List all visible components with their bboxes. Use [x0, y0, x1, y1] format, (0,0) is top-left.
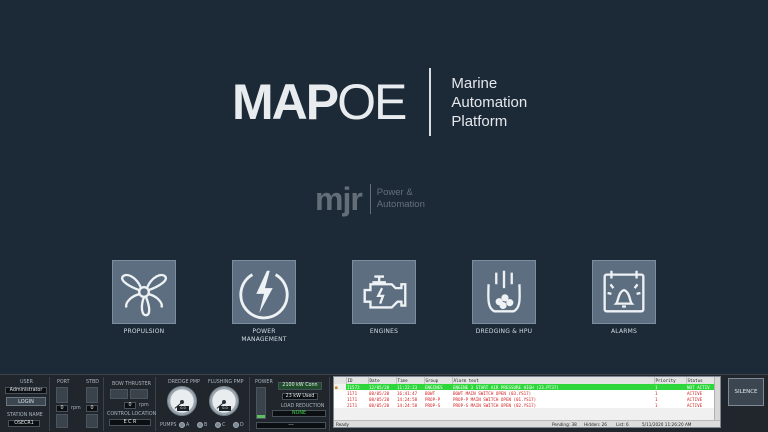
- mjr-divider: [369, 184, 371, 214]
- dredge-gauge-readout: 0.0: [177, 406, 189, 411]
- flushing-gauge-readout: 0.0: [219, 406, 231, 411]
- tile-dredging-hpu[interactable]: DREDGING & HPU: [444, 260, 564, 336]
- brand-wordmark: MAPOE: [232, 74, 407, 130]
- alarm-bell-icon: [592, 260, 656, 324]
- stbd-bar: [86, 387, 98, 403]
- brand-logo: MAPOE Marine Automation Platform: [232, 66, 527, 138]
- rpm-label: rpm: [71, 406, 81, 411]
- flushing-pump-label: FLUSHING PMP: [208, 380, 244, 385]
- alarm-status-bar: Ready Pending: 38 Hidden: 26 List: 6 5/1…: [334, 420, 720, 427]
- engine-icon: [352, 260, 416, 324]
- power-bar: [256, 387, 266, 419]
- dredge-pump-gauge: 0.0: [167, 386, 197, 416]
- port-bar-lower: [56, 414, 68, 428]
- status-hidden: Hidden: 26: [584, 422, 607, 427]
- power-status-value: ---: [256, 422, 326, 429]
- user-group: USER Administrator LOGIN STATION NAME OS…: [2, 377, 50, 431]
- brand-subtitle: Marine Automation Platform: [451, 74, 528, 130]
- lightning-icon: [232, 260, 296, 324]
- propeller-icon: [112, 260, 176, 324]
- alarm-row[interactable]: 2171 08/05/20 14:24:58 PROP-S PROP-S MAI…: [334, 402, 720, 408]
- status-pending: Pending: 38: [552, 422, 577, 427]
- stbd-bar-lower: [86, 414, 98, 428]
- pump-b-indicator: B: [197, 422, 207, 428]
- bow-rpm-label: rpm: [139, 403, 149, 408]
- tile-label: ENGINES: [369, 328, 399, 335]
- pump-light-icon: [233, 422, 239, 428]
- power-label: POWER: [255, 380, 273, 385]
- tile-label: DREDGING & HPU: [475, 328, 533, 335]
- pumps-group: DREDGE PMP FLUSHING PMP 0.0 0.0 PUMPS A …: [158, 377, 250, 431]
- load-reduction-label: LOAD REDUCTION: [281, 404, 325, 409]
- column-header[interactable]: Date: [368, 377, 397, 384]
- user-value: Administrator: [5, 387, 47, 394]
- status-list: List: 6: [616, 422, 629, 427]
- silence-button[interactable]: SILENCE: [728, 378, 764, 406]
- dredging-icon: [472, 260, 536, 324]
- pump-d-indicator: D: [233, 422, 244, 428]
- stbd-rpm-value: 0: [86, 405, 98, 412]
- mjr-subtitle: Power & Automation: [376, 187, 425, 210]
- user-label: USER: [20, 380, 33, 385]
- login-button[interactable]: LOGIN: [6, 397, 46, 406]
- alarm-table: ID Date Time Group Alarm text Priority S…: [334, 377, 720, 408]
- tile-power-management[interactable]: POWER MANAGEMENT: [204, 260, 324, 344]
- status-ready: Ready: [336, 422, 349, 427]
- pump-light-icon: [197, 422, 203, 428]
- tile-engines[interactable]: ENGINES: [324, 260, 444, 336]
- alarm-scrollbar[interactable]: [714, 377, 720, 421]
- gauge-hub: [180, 400, 184, 404]
- alarm-list[interactable]: ID Date Time Group Alarm text Priority S…: [333, 376, 721, 428]
- tile-label: POWER MANAGEMENT: [241, 328, 287, 343]
- control-location-value: E C R: [109, 419, 151, 426]
- station-label: STATION NAME: [7, 413, 43, 418]
- station-value: OSECR1: [8, 420, 40, 427]
- column-header[interactable]: Priority: [654, 377, 687, 384]
- column-header[interactable]: ID: [346, 377, 369, 384]
- tile-label: ALARMS: [610, 328, 638, 335]
- port-label: PORT: [57, 380, 70, 385]
- control-location-label: CONTROL LOCATION: [107, 412, 157, 417]
- power-connected-value: 2100 kW Conn: [278, 382, 322, 390]
- alarm-ack-header: [334, 377, 347, 384]
- brand-divider: [429, 68, 432, 136]
- stbd-label: STBD: [86, 380, 99, 385]
- pumps-label: PUMPS: [160, 423, 177, 428]
- pump-a-indicator: A: [179, 422, 189, 428]
- power-bar-fill: [257, 415, 265, 418]
- load-reduction-value: NONE: [272, 410, 326, 417]
- port-rpm-value: 0: [56, 405, 68, 412]
- gauge-hub: [222, 400, 226, 404]
- pump-light-icon: [215, 422, 221, 428]
- power-used-value: 23 kW Used: [282, 393, 318, 400]
- flushing-pump-gauge: 0.0: [209, 386, 239, 416]
- bow-thruster-group: BOW THRUSTER 0 rpm CONTROL LOCATION E C …: [106, 377, 156, 431]
- tile-label: PROPULSION: [123, 328, 165, 335]
- mjr-logo: mjr Power & Automation: [315, 182, 425, 216]
- pump-c-indicator: C: [215, 422, 225, 428]
- mjr-wordmark: mjr: [315, 181, 363, 217]
- propulsion-group: PORT STBD 0 0 rpm: [52, 377, 104, 431]
- pump-light-icon: [179, 422, 185, 428]
- tile-propulsion[interactable]: PROPULSION: [84, 260, 204, 336]
- tile-alarms[interactable]: ALARMS: [564, 260, 684, 336]
- column-header[interactable]: Group: [424, 377, 453, 384]
- power-group: POWER 2100 kW Conn 23 kW Used LOAD REDUC…: [252, 377, 330, 431]
- port-bar: [56, 387, 68, 403]
- bow-thruster-label: BOW THRUSTER: [112, 382, 151, 387]
- column-header[interactable]: Time: [396, 377, 425, 384]
- bow-bar-left: [110, 389, 128, 399]
- alarm-header-row: ID Date Time Group Alarm text Priority S…: [334, 377, 720, 384]
- column-header[interactable]: Alarm text: [452, 377, 655, 384]
- dredge-pump-label: DREDGE PMP: [168, 380, 200, 385]
- status-datetime: 5/11/2020 11:26:20 AM: [642, 422, 692, 427]
- bow-rpm-value: 0: [124, 402, 136, 409]
- bow-bar-right: [130, 389, 148, 399]
